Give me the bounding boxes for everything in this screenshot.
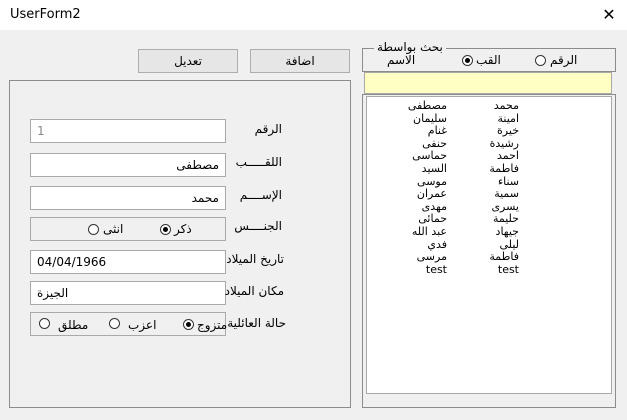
- marital-divorced-label: مطلق: [58, 318, 89, 332]
- search-legend: بحث بواسطة: [374, 40, 446, 54]
- last-name-field[interactable]: مصطفى: [30, 153, 226, 177]
- close-icon[interactable]: ✕: [596, 3, 622, 27]
- list-item-last[interactable]: مرسى: [377, 251, 447, 264]
- list-item-last[interactable]: عمران: [377, 188, 447, 201]
- marital-divorced-radio[interactable]: [39, 318, 50, 329]
- birth-date-label: تاريخ الميلاد: [226, 252, 284, 266]
- list-item-first[interactable]: خيرة: [459, 125, 519, 138]
- search-by-first-label: الاسم: [387, 53, 416, 67]
- marital-label: حالة العائلية: [227, 316, 286, 330]
- gender-female-radio[interactable]: [88, 224, 99, 235]
- marital-single-label: اعزب: [128, 318, 157, 332]
- id-label: الرقم: [254, 122, 282, 136]
- gender-female-label: انثى: [103, 222, 124, 236]
- gender-male-radio[interactable]: [160, 224, 171, 235]
- marital-group: متزوج اعزب مطلق: [30, 312, 228, 336]
- last-name-label: اللقـــــب: [235, 155, 282, 169]
- search-by-last-label: القب: [476, 53, 501, 67]
- search-by-number-label: الرقم: [550, 53, 578, 67]
- list-item-first[interactable]: محمد: [459, 99, 519, 113]
- first-name-column: محمد امينة خيرة رشيدة احمد فاطمة سناء سمية يسرى ح…: [459, 99, 519, 277]
- list-item-first[interactable]: جيهاد: [459, 225, 519, 239]
- marital-married-label: متزوج: [197, 318, 228, 332]
- results-listbox[interactable]: محمد امينة خيرة رشيدة احمد فاطمة سناء سمية يسرى ح…: [366, 96, 612, 394]
- list-item-last[interactable]: غنام: [377, 125, 447, 138]
- search-input[interactable]: [364, 72, 612, 94]
- title-bar: [0, 0, 627, 30]
- edit-button[interactable]: تعديل: [138, 49, 238, 73]
- add-button[interactable]: اضافة: [250, 49, 350, 73]
- list-item-last[interactable]: السيد: [377, 162, 447, 176]
- list-item-last[interactable]: عبد الله: [377, 225, 447, 239]
- last-name-column: مصطفى سليمان غنام حنفى حماسى السيد موسى عمران مه…: [377, 99, 447, 277]
- list-item-first[interactable]: فاطمة: [459, 251, 519, 264]
- id-field[interactable]: 1: [30, 119, 226, 143]
- gender-male-label: ذكر: [174, 222, 192, 236]
- birth-place-label: مكان الميلاد: [224, 284, 284, 298]
- list-item-last[interactable]: مصطفى: [377, 99, 447, 113]
- list-item-first[interactable]: test: [459, 263, 519, 277]
- search-by-last-radio[interactable]: [462, 55, 473, 66]
- list-item-first[interactable]: فاطمة: [459, 162, 519, 176]
- list-item-first[interactable]: سمية: [459, 188, 519, 201]
- first-name-field[interactable]: محمد: [30, 186, 226, 210]
- gender-label: الجنــــس: [234, 219, 282, 233]
- search-by-number-radio[interactable]: [535, 55, 546, 66]
- window-title: UserForm2: [10, 7, 81, 22]
- birth-date-field[interactable]: 04/04/1966: [30, 250, 226, 274]
- list-item-last[interactable]: test: [377, 263, 447, 277]
- marital-single-radio[interactable]: [109, 318, 120, 329]
- gender-group: ذكر انثى: [30, 217, 226, 241]
- marital-married-radio[interactable]: [183, 319, 194, 330]
- birth-place-field[interactable]: الجيزة: [30, 281, 226, 305]
- first-name-label: الإســــم: [239, 188, 282, 202]
